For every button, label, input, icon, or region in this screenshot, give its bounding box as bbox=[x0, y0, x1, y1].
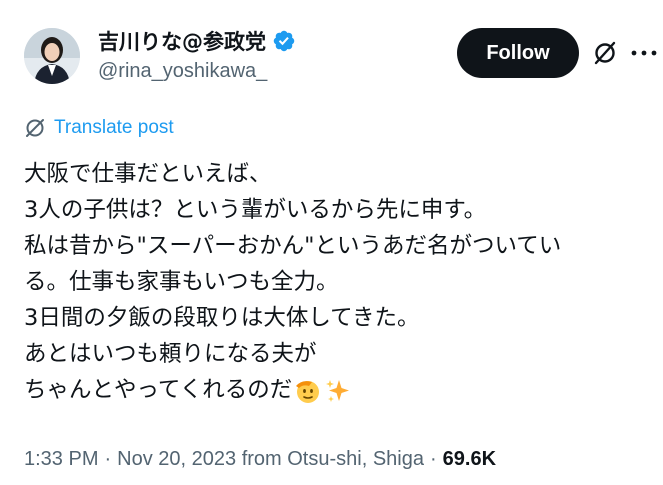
post-line: 私は昔から"スーパーおかん"というあだ名がついてい bbox=[24, 233, 562, 259]
post-time[interactable]: 1:33 PM bbox=[24, 448, 98, 471]
meta-separator: · bbox=[104, 448, 112, 470]
post-meta: 1:33 PM · Nov 20, 2023 from Otsu-shi, Sh… bbox=[24, 448, 500, 471]
post-line: る。仕事も家事もいつも全力。 bbox=[24, 269, 339, 295]
post-line: あとはいつも頼りになる夫が bbox=[24, 341, 317, 367]
grok-icon[interactable] bbox=[592, 40, 618, 66]
follow-button[interactable]: Follow bbox=[457, 28, 579, 78]
post-last-line: ちゃんとやってくれるのだ bbox=[24, 372, 644, 408]
post-line: 大阪で仕事だといえば、 bbox=[24, 161, 272, 187]
display-name-row: 吉川りな@参政党 bbox=[98, 26, 296, 56]
avatar[interactable] bbox=[24, 28, 80, 84]
emoji-group bbox=[294, 377, 352, 405]
translate-label: Translate post bbox=[54, 117, 174, 138]
verified-badge-icon[interactable] bbox=[272, 29, 296, 53]
translate-post-link[interactable]: Translate post bbox=[24, 117, 174, 139]
post-line-text: ちゃんとやってくれるのだ bbox=[24, 377, 293, 403]
post-date-location[interactable]: Nov 20, 2023 from Otsu-shi, Shiga bbox=[117, 448, 424, 471]
saluting-face-icon bbox=[296, 380, 320, 403]
post-header: 吉川りな@参政党 @rina_yoshikawa_ Follow bbox=[24, 20, 657, 90]
post-line: 3日間の夕飯の段取りは大体してきた。 bbox=[24, 305, 420, 331]
sparkles-icon bbox=[326, 379, 350, 402]
meta-separator: · bbox=[429, 448, 437, 470]
more-options-icon[interactable] bbox=[630, 48, 658, 58]
author-names: 吉川りな@参政党 @rina_yoshikawa_ bbox=[98, 26, 296, 83]
author-handle[interactable]: @rina_yoshikawa_ bbox=[98, 60, 296, 83]
profile-photo bbox=[24, 28, 80, 84]
translate-icon bbox=[26, 119, 44, 137]
display-name[interactable]: 吉川りな@参政党 bbox=[98, 26, 266, 56]
views-count[interactable]: 69.6K bbox=[443, 448, 496, 471]
post-line: 3人の子供は？という輩がいるから先に申す。 bbox=[24, 197, 487, 223]
post-body: 大阪で仕事だといえば、 3人の子供は？という輩がいるから先に申す。 私は昔から"… bbox=[24, 156, 644, 408]
